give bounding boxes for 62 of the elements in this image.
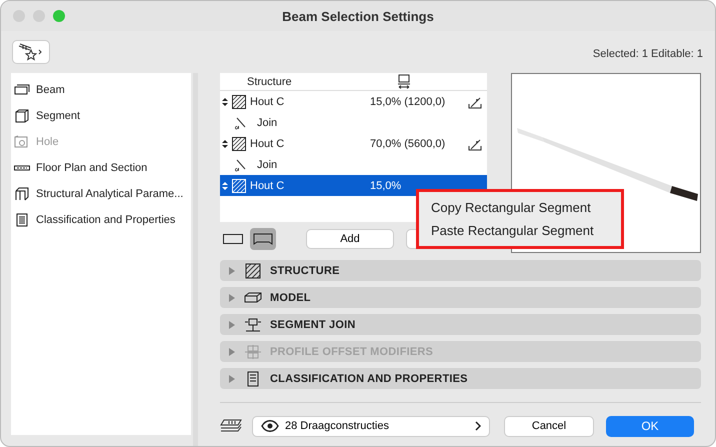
cube-icon <box>14 109 30 123</box>
favorites-button[interactable] <box>12 40 50 64</box>
section-header[interactable]: STRUCTURE <box>220 260 701 281</box>
sidebar-item[interactable]: Beam <box>11 77 191 103</box>
segment-name: Hout C <box>250 180 286 192</box>
segment-name: Hout C <box>250 138 286 150</box>
column-header: Structure <box>247 76 293 88</box>
table-row[interactable]: Join <box>220 154 487 175</box>
beam-star-icon <box>18 43 44 61</box>
table-row[interactable]: Hout C 15,0% <box>220 175 487 196</box>
reorder-icon[interactable] <box>222 138 228 148</box>
join-icon <box>244 316 262 332</box>
disclosure-icon <box>228 346 236 356</box>
ok-button[interactable]: OK <box>606 416 694 436</box>
sidebar-item[interactable]: Segment <box>11 103 191 129</box>
menu-item[interactable]: Copy Rectangular Segment <box>419 196 621 219</box>
box-icon <box>244 290 262 306</box>
angle-icon <box>233 158 247 172</box>
disclosure-icon <box>228 320 236 330</box>
menu-item[interactable]: Paste Rectangular Segment <box>419 219 621 242</box>
profile-shape-icon <box>253 233 273 245</box>
profile-icon[interactable] <box>468 136 482 150</box>
sidebar-item[interactable]: Classification and Properties <box>11 207 191 233</box>
rectangle-icon <box>223 234 243 244</box>
document-icon <box>14 213 30 227</box>
chevron-icon <box>475 421 481 431</box>
section-header[interactable]: SEGMENT JOIN <box>220 314 701 335</box>
hole-icon <box>14 135 30 149</box>
table-row[interactable]: Hout C 15,0% (1200,0) <box>220 91 487 112</box>
disclosure-icon <box>228 374 236 384</box>
sidebar-item[interactable]: Floor Plan and Section <box>11 155 191 181</box>
segment-length: 70,0% (5600,0) <box>370 138 446 150</box>
table-row[interactable]: Hout C 70,0% (5600,0) <box>220 133 487 154</box>
reorder-icon[interactable] <box>222 96 228 106</box>
section-header[interactable]: CLASSIFICATION AND PROPERTIES <box>220 368 701 389</box>
section-header[interactable]: MODEL <box>220 287 701 308</box>
window-title: Beam Selection Settings <box>282 8 434 24</box>
shape-toggle[interactable] <box>250 228 276 250</box>
add-button[interactable]: Add <box>306 229 394 249</box>
join-label: Join <box>257 116 278 128</box>
beam-icon <box>14 83 30 97</box>
selection-info: Selected: 1 Editable: 1 <box>592 48 703 60</box>
segment-length: 15,0% <box>370 180 402 192</box>
disclosure-icon <box>228 292 236 302</box>
disclosure-icon <box>228 266 236 276</box>
eye-icon <box>261 420 279 432</box>
cancel-button[interactable]: Cancel <box>504 416 594 436</box>
sidebar-item[interactable]: Structural Analytical Parame... <box>11 181 191 207</box>
join-label: Join <box>257 158 278 170</box>
hatch-icon <box>244 262 262 278</box>
hatch-icon <box>232 94 246 108</box>
angle-icon <box>233 116 247 130</box>
hatch-icon <box>232 178 246 192</box>
table-row[interactable]: Join <box>220 112 487 133</box>
offset-icon <box>244 344 262 360</box>
width-icon <box>397 74 411 90</box>
segment-length: 15,0% (1200,0) <box>370 96 446 108</box>
hatch-icon <box>232 136 246 150</box>
profile-icon[interactable] <box>468 94 482 108</box>
frame-icon <box>14 187 30 201</box>
layer-dropdown[interactable]: 28 Draagconstructies <box>252 416 490 436</box>
segment-name: Hout C <box>250 96 286 108</box>
